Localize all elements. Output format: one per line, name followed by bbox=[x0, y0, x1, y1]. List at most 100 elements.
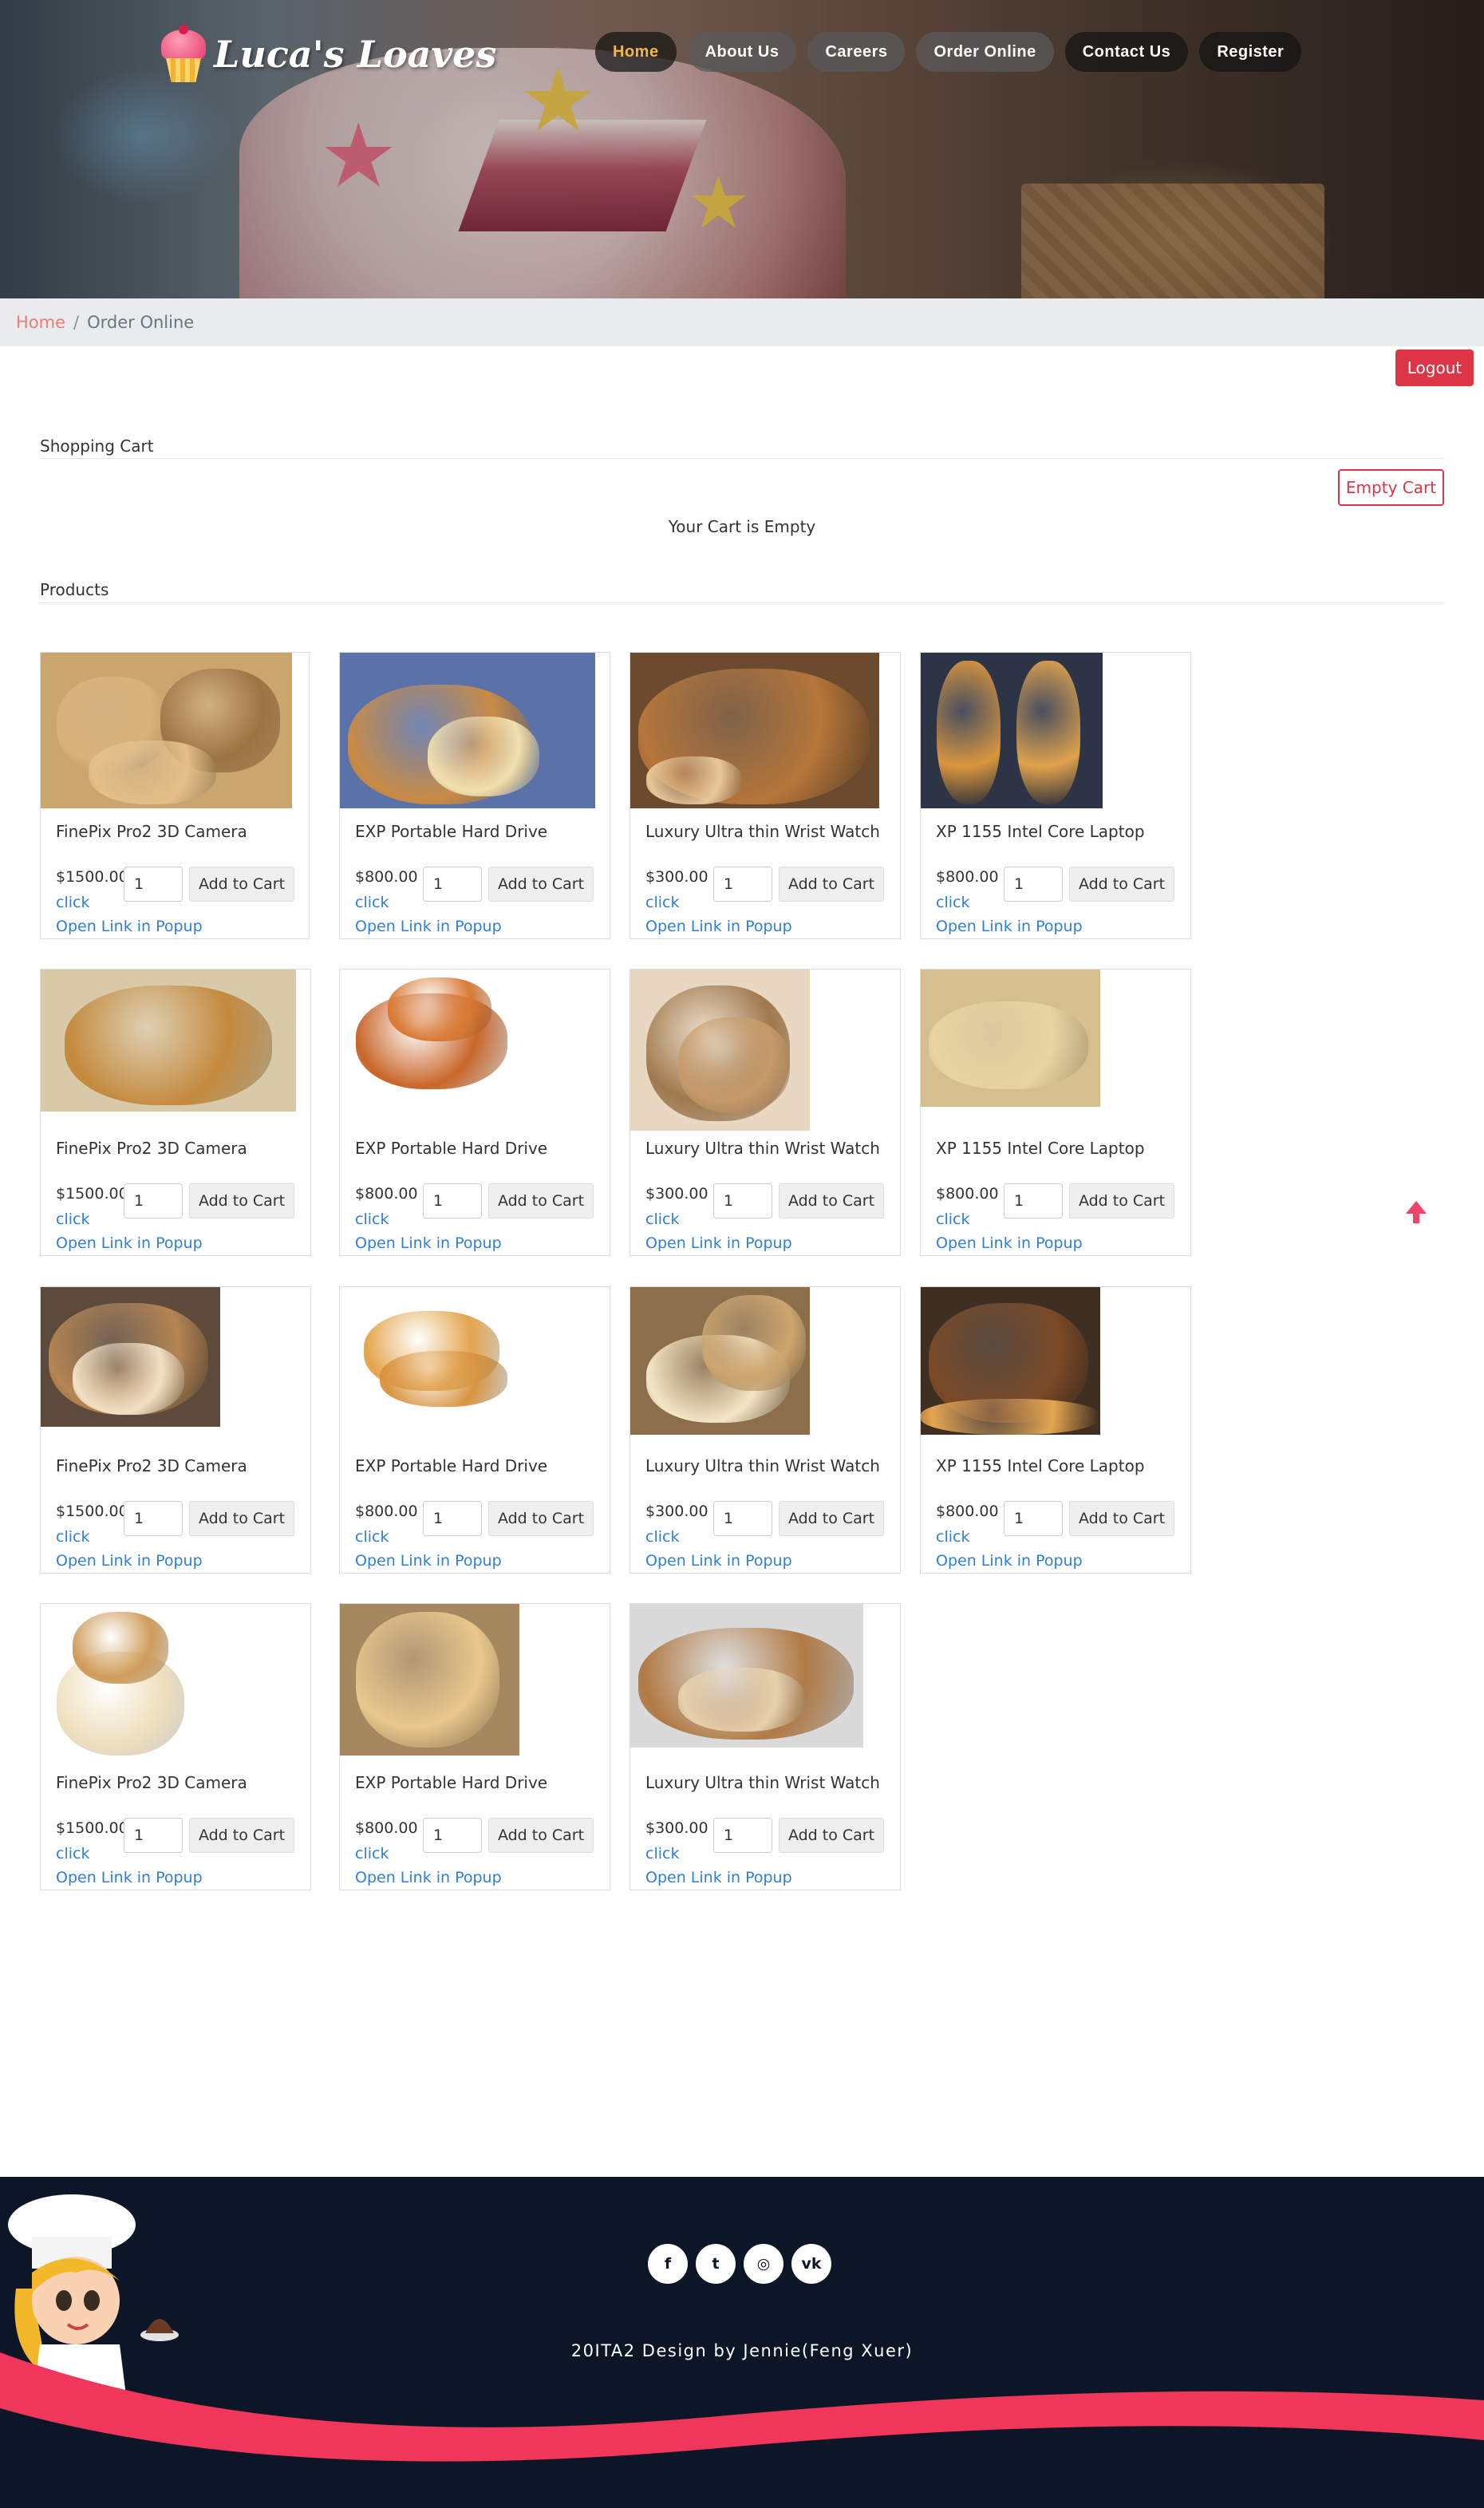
add-to-cart-button[interactable]: Add to Cart bbox=[488, 1183, 594, 1218]
logo-text: Luca's Loaves bbox=[214, 33, 497, 76]
nav-home[interactable]: Home bbox=[595, 32, 677, 72]
bread-shape bbox=[428, 717, 539, 796]
nav-register[interactable]: Register bbox=[1199, 32, 1302, 72]
add-to-cart-button[interactable]: Add to Cart bbox=[189, 1818, 294, 1853]
add-to-cart-button[interactable]: Add to Cart bbox=[189, 867, 294, 902]
product-click-link[interactable]: click bbox=[56, 1211, 89, 1228]
product-click-link[interactable]: click bbox=[645, 894, 679, 911]
nav-contact-us[interactable]: Contact Us bbox=[1064, 32, 1189, 72]
open-popup-link[interactable]: Open Link in Popup bbox=[355, 1552, 502, 1570]
product-image[interactable] bbox=[630, 653, 879, 808]
add-to-cart-button[interactable]: Add to Cart bbox=[488, 867, 594, 902]
add-to-cart-button[interactable]: Add to Cart bbox=[779, 1501, 884, 1536]
product-click-link[interactable]: click bbox=[56, 894, 89, 911]
quantity-input[interactable] bbox=[124, 867, 183, 902]
nav-order-online[interactable]: Order Online bbox=[916, 32, 1054, 72]
product-click-link[interactable]: click bbox=[355, 1528, 389, 1546]
product-image[interactable] bbox=[630, 1604, 863, 1748]
product-click-link[interactable]: click bbox=[355, 894, 389, 911]
product-click-link[interactable]: click bbox=[56, 1845, 89, 1862]
product-click-link[interactable]: click bbox=[355, 1211, 389, 1228]
product-click-link[interactable]: click bbox=[355, 1845, 389, 1862]
add-to-cart-button[interactable]: Add to Cart bbox=[779, 867, 884, 902]
product-image[interactable] bbox=[630, 970, 810, 1131]
product-name: Luxury Ultra thin Wrist Watch bbox=[645, 1456, 880, 1475]
product-click-link[interactable]: click bbox=[645, 1211, 679, 1228]
twitter-icon[interactable]: t bbox=[696, 2244, 736, 2284]
product-image[interactable] bbox=[340, 653, 595, 808]
quantity-input[interactable] bbox=[423, 867, 482, 902]
open-popup-link[interactable]: Open Link in Popup bbox=[56, 1234, 203, 1252]
open-popup-link[interactable]: Open Link in Popup bbox=[936, 1552, 1083, 1570]
facebook-icon[interactable]: f bbox=[648, 2244, 688, 2284]
product-click-link[interactable]: click bbox=[936, 1528, 969, 1546]
logout-button[interactable]: Logout bbox=[1395, 350, 1474, 386]
add-to-cart-button[interactable]: Add to Cart bbox=[1069, 1501, 1174, 1536]
product-image[interactable] bbox=[41, 1604, 200, 1760]
add-to-cart-button[interactable]: Add to Cart bbox=[488, 1501, 594, 1536]
open-popup-link[interactable]: Open Link in Popup bbox=[645, 1234, 792, 1252]
open-popup-link[interactable]: Open Link in Popup bbox=[355, 918, 502, 935]
nav-careers[interactable]: Careers bbox=[807, 32, 906, 72]
quantity-input[interactable] bbox=[423, 1818, 482, 1853]
bread-shape bbox=[678, 1668, 806, 1732]
quantity-input[interactable] bbox=[124, 1818, 183, 1853]
product-image[interactable] bbox=[340, 970, 523, 1113]
open-popup-link[interactable]: Open Link in Popup bbox=[645, 1869, 792, 1886]
bread-shape bbox=[356, 1612, 499, 1748]
product-click-link[interactable]: click bbox=[936, 894, 969, 911]
add-to-cart-button[interactable]: Add to Cart bbox=[779, 1818, 884, 1853]
add-to-cart-button[interactable]: Add to Cart bbox=[488, 1818, 594, 1853]
product-image[interactable] bbox=[340, 1604, 519, 1756]
product-click-link[interactable]: click bbox=[936, 1211, 969, 1228]
breadcrumb-home-link[interactable]: Home bbox=[16, 313, 65, 332]
quantity-input[interactable] bbox=[713, 1818, 772, 1853]
product-image[interactable] bbox=[41, 970, 296, 1112]
add-to-cart-button[interactable]: Add to Cart bbox=[779, 1183, 884, 1218]
open-popup-link[interactable]: Open Link in Popup bbox=[645, 1552, 792, 1570]
empty-cart-button[interactable]: Empty Cart bbox=[1338, 469, 1444, 506]
quantity-input[interactable] bbox=[1004, 1183, 1063, 1218]
breadcrumb-current: Order Online bbox=[87, 313, 195, 332]
quantity-input[interactable] bbox=[124, 1183, 183, 1218]
nav-about-us[interactable]: About Us bbox=[687, 32, 797, 72]
product-price: $300.00 bbox=[645, 1819, 708, 1837]
back-to-top-icon[interactable] bbox=[1406, 1201, 1427, 1223]
bread-shape bbox=[380, 1351, 507, 1407]
product-image[interactable] bbox=[921, 653, 1103, 808]
quantity-input[interactable] bbox=[713, 867, 772, 902]
quantity-input[interactable] bbox=[713, 1501, 772, 1536]
add-to-cart-button[interactable]: Add to Cart bbox=[1069, 1183, 1174, 1218]
product-click-link[interactable]: click bbox=[56, 1528, 89, 1546]
product-image[interactable] bbox=[921, 1287, 1100, 1435]
quantity-input[interactable] bbox=[1004, 867, 1063, 902]
open-popup-link[interactable]: Open Link in Popup bbox=[56, 1869, 203, 1886]
add-to-cart-button[interactable]: Add to Cart bbox=[1069, 867, 1174, 902]
vk-icon[interactable]: vk bbox=[791, 2244, 831, 2284]
product-image[interactable] bbox=[41, 1287, 220, 1427]
product-image[interactable] bbox=[41, 653, 292, 808]
open-popup-link[interactable]: Open Link in Popup bbox=[645, 918, 792, 935]
open-popup-link[interactable]: Open Link in Popup bbox=[936, 1234, 1083, 1252]
product-image[interactable] bbox=[340, 1287, 519, 1427]
open-popup-link[interactable]: Open Link in Popup bbox=[355, 1869, 502, 1886]
add-to-cart-button[interactable]: Add to Cart bbox=[189, 1501, 294, 1536]
add-to-cart-button[interactable]: Add to Cart bbox=[189, 1183, 294, 1218]
open-popup-link[interactable]: Open Link in Popup bbox=[355, 1234, 502, 1252]
quantity-input[interactable] bbox=[423, 1501, 482, 1536]
site-logo[interactable]: Luca's Loaves bbox=[158, 22, 496, 86]
quantity-input[interactable] bbox=[124, 1501, 183, 1536]
quantity-input[interactable] bbox=[423, 1183, 482, 1218]
product-click-link[interactable]: click bbox=[645, 1845, 679, 1862]
product-image[interactable] bbox=[630, 1287, 810, 1435]
product-name: XP 1155 Intel Core Laptop bbox=[936, 1456, 1145, 1475]
product-image[interactable] bbox=[921, 970, 1100, 1107]
quantity-input[interactable] bbox=[1004, 1501, 1063, 1536]
open-popup-link[interactable]: Open Link in Popup bbox=[936, 918, 1083, 935]
open-popup-link[interactable]: Open Link in Popup bbox=[56, 918, 203, 935]
dribbble-icon[interactable]: ◎ bbox=[744, 2244, 783, 2284]
product-click-link[interactable]: click bbox=[645, 1528, 679, 1546]
product-price: $800.00 bbox=[936, 868, 999, 886]
open-popup-link[interactable]: Open Link in Popup bbox=[56, 1552, 203, 1570]
quantity-input[interactable] bbox=[713, 1183, 772, 1218]
